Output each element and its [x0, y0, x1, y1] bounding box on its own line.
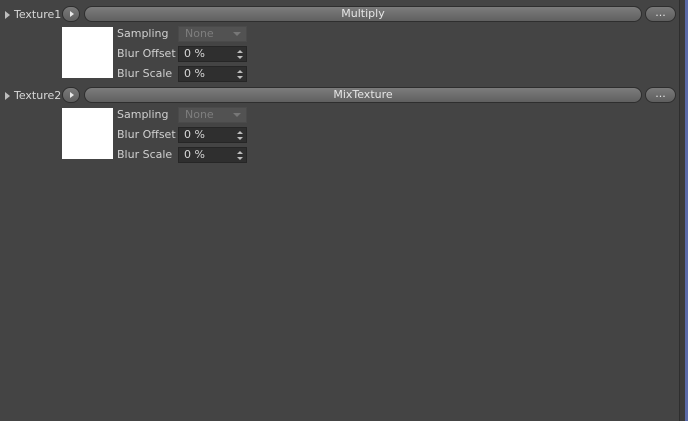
more-button[interactable]: ...: [645, 6, 676, 22]
texture-preview: [62, 108, 113, 159]
shader-field[interactable]: MixTexture: [84, 87, 642, 103]
spinner-icon[interactable]: [237, 151, 243, 160]
spinner-icon[interactable]: [237, 70, 243, 79]
expand-arrow-icon[interactable]: [5, 92, 10, 100]
blur-offset-value: 0 %: [184, 128, 205, 141]
play-icon: [70, 92, 74, 98]
sampling-label: Sampling: [117, 108, 169, 121]
texture2-header: Texture2 MixTexture ...: [0, 87, 680, 105]
spinner-icon[interactable]: [237, 50, 243, 59]
texture2-label: Texture2: [14, 89, 62, 102]
shader-play-button[interactable]: [62, 87, 80, 103]
blur-offset-value: 0 %: [184, 47, 205, 60]
expand-arrow-icon[interactable]: [5, 11, 10, 19]
blur-offset-label: Blur Offset: [117, 128, 176, 141]
blur-scale-value: 0 %: [184, 148, 205, 161]
window-right-edge: [679, 0, 688, 421]
sampling-dropdown[interactable]: None: [178, 107, 247, 123]
texture1-header: Texture1 Multiply ...: [0, 6, 680, 24]
texture-preview: [62, 27, 113, 78]
sampling-label: Sampling: [117, 27, 169, 40]
sampling-value: None: [185, 108, 214, 121]
blur-offset-field[interactable]: 0 %: [178, 46, 247, 62]
texture1-label: Texture1: [14, 8, 62, 21]
blur-offset-label: Blur Offset: [117, 47, 176, 60]
blur-scale-label: Blur Scale: [117, 67, 173, 80]
blur-offset-field[interactable]: 0 %: [178, 127, 247, 143]
dropdown-caret-icon: [233, 113, 241, 117]
shader-field[interactable]: Multiply: [84, 6, 642, 22]
dropdown-caret-icon: [233, 32, 241, 36]
more-button[interactable]: ...: [645, 87, 676, 103]
shader-play-button[interactable]: [62, 6, 80, 22]
sampling-value: None: [185, 27, 214, 40]
blur-scale-field[interactable]: 0 %: [178, 147, 247, 163]
blur-scale-label: Blur Scale: [117, 148, 173, 161]
sampling-dropdown[interactable]: None: [178, 26, 247, 42]
spinner-icon[interactable]: [237, 131, 243, 140]
play-icon: [70, 11, 74, 17]
blur-scale-value: 0 %: [184, 67, 205, 80]
blur-scale-field[interactable]: 0 %: [178, 66, 247, 82]
